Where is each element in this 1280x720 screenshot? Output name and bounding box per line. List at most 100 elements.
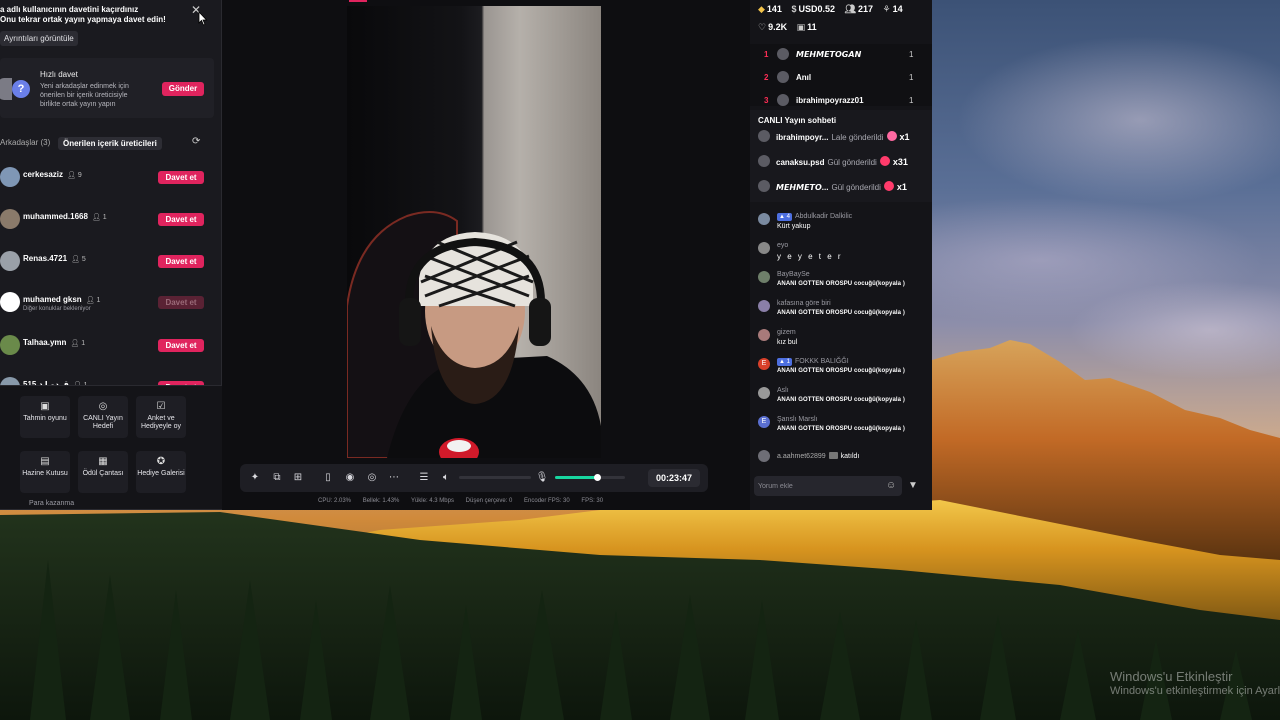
friend-count-value: 1 [102,213,107,221]
leaderboard-score: 1 [909,96,914,105]
person-icon: 👤︎ [91,213,101,221]
volume-slider[interactable] [459,476,531,479]
friend-row: muhammed.1668 👤︎ 1 Davet et [0,208,214,234]
avatar [758,329,770,341]
view-details-button[interactable]: Ayrıntıları görüntüle [0,31,78,46]
gift-line: 𝙈𝙀𝙃𝙈𝙀𝙏𝙊... Gül gönderildi x1 [776,181,907,192]
leaderboard-row[interactable]: 3 ibrahimpoyrazz01 1 [750,92,932,106]
quick-invite-title: Hızlı davet [40,70,78,79]
chat-username-text: Şanslı Marslı [777,416,818,423]
friend-row: muhamed gksn 👤︎ 1 Diğer konuklar bekleniyo… [0,291,214,317]
swap-camera-icon[interactable]: ⧉ [270,471,284,485]
friend-row: cerkesaziz 👤︎ 9 Davet et [0,166,214,192]
comment-input[interactable] [758,478,878,494]
friend-name: Renas.4721 👤︎ 5 [23,254,86,263]
mic-level-knob[interactable] [594,474,601,481]
friend-row: 515 ق ﺪﻣ ﺍ ﺩ👤︎ 1 Davet et [0,376,214,386]
magic-wand-icon[interactable]: ✦ [248,471,262,485]
tool-treasure[interactable]: ▤ Hazine Kutusu [20,451,70,493]
portrait-mode-icon[interactable]: ▯ [321,471,335,485]
person-icon: 👤︎ [71,255,80,263]
badge-icon [828,452,838,459]
filter-icon[interactable]: ▼ [908,480,918,491]
friend-row: Renas.4721 👤︎ 5 Davet et [0,250,214,276]
leaderboard-row[interactable]: 2 Anıl 1 [750,69,932,87]
tool-prize-bag[interactable]: ▦ Ödül Çantası [78,451,128,493]
cohost-panel: a adlı kullanıcının davetini kaçırdınız … [0,0,222,386]
tool-prediction[interactable]: ▣ Tahmin oyunu [20,396,70,438]
join-notice: a.aahmet62899 katıldı [758,450,928,464]
chat-message: BayBaySe ANANI GOTTEN OROSPU cocuğü(kopya… [758,269,928,297]
send-button[interactable]: Gönder [162,82,204,96]
friend-count-value: 5 [81,255,86,263]
invite-button[interactable]: Davet et [158,381,204,385]
kpi-viewers-value: 217 [857,4,873,14]
leaderboard-row[interactable]: 1 𝙈𝙀𝙃𝙈𝙀𝙏𝙊𝙂𝘼𝙉 1 [750,46,932,64]
settings-sliders-icon[interactable]: ☰ [417,471,431,485]
friend-name: Talhaa.ymn 👤︎ 1 [23,338,85,347]
mic-level-slider[interactable] [555,474,625,481]
chat-message: Aslı ANANI GOTTEN OROSPU cocuğü(kopyala ) [758,385,928,413]
gift-sender: ibrahimpoyr... [776,133,829,142]
gift-feed: CANLI Yayın sohbeti ibrahimpoyr... Lale g… [750,110,932,202]
add-source-icon[interactable]: ⊞ [291,471,305,485]
live-chat-panel: ◆ 141 $ USD0.52 👥︎ 217 ⚘ 14 ♡ 9.2K ▣ 11 1 𝙈𝙀𝙃𝙈𝙀… [750,0,932,510]
gift-quantity: x1 [896,182,907,192]
avatar [777,71,789,83]
chat-message: eyo y e y e t e r [758,240,928,268]
kpi-usd: $ USD0.52 [791,4,835,14]
friend-count: 👤︎ 1 [72,381,88,386]
tab-suggested-creators[interactable]: Önerilen içerik üreticileri [58,137,162,150]
gift-quantity: x31 [892,157,908,167]
gift-row: 𝙈𝙀𝙃𝙈𝙀𝙏𝙊... Gül gönderildi x1 [758,178,932,194]
kpi-shares: ▣ 11 [797,22,817,33]
friend-name-text: muhammed.1668 [23,212,88,221]
tool-gift-gallery[interactable]: ✪ Hediye Galerisi [136,451,186,493]
chat-username: ▲ 1 FOKKK BALIĞĞI [777,358,849,366]
join-text: katıldı [840,453,860,460]
gifter-icon: ⚘ [882,4,891,14]
tool-label: Tahmin oyunu [23,415,67,422]
person-icon: 👤︎ [85,296,95,304]
diamond-icon: ◆ [758,4,765,14]
invite-button[interactable]: Davet et [158,296,204,309]
emoji-icon[interactable]: ☺ [886,480,898,492]
tool-target[interactable]: ◎ CANLI Yayın Hedefi [78,396,128,438]
tool-poll[interactable]: ☑ Anket ve Hediyeyle oy [136,396,186,438]
avatar [758,387,770,399]
invite-button[interactable]: Davet et [158,255,204,268]
stream-control-bar: ✦ ⧉ ⊞ ▯ ◉ ◎ ⋯ ☰ 🔈︎ 🎙︎ 00:23:47 [240,464,708,492]
invite-button[interactable]: Davet et [158,213,204,226]
prediction-icon: ▣ [40,401,50,412]
tool-label: Ödül Çantası [82,470,124,477]
avatar [777,48,789,60]
friend-name-text: 515 ق ﺪﻣ ﺍ ﺩ [23,380,69,386]
invite-button[interactable]: Davet et [158,339,204,352]
record-icon[interactable]: ◉ [343,471,357,485]
invite-button[interactable]: Davet et [158,171,204,184]
leaderboard-name: 𝙈𝙀𝙃𝙈𝙀𝙏𝙊𝙂𝘼𝙉 [796,50,862,59]
stat-encoder-fps: Encoder FPS: 30 [524,498,570,504]
target-icon[interactable]: ◎ [365,471,379,485]
live-chat-title: CANLI Yayın sohbeti [758,116,837,125]
chat-text: ANANI GOTTEN OROSPU cocuğü(kopyala ) [777,368,905,374]
refresh-icon[interactable]: ⟳ [192,136,200,147]
kpi-viewers: 👥︎ 217 [845,4,873,15]
tab-friends[interactable]: Arkadaşlar (3) [0,138,50,147]
camera-preview-image [347,211,601,458]
flower-gift-icon [883,181,894,191]
avatar: E [758,416,770,428]
stat-dropped-frames: Düşen çerçeve: 0 [465,498,513,504]
quick-invite-card: ? Hızlı davet Yeni arkadaşlar edinmek iç… [0,58,214,118]
top-gifters-leaderboard: 1 𝙈𝙀𝙃𝙈𝙀𝙏𝙊𝙂𝘼𝙉 1 2 Anıl 1 3 ibrahimpoyrazz01 1 [750,44,932,106]
microphone-icon[interactable]: 🎙︎ [535,471,549,485]
level-badge: ▲ 1 [777,358,792,366]
chat-username-text: BayBaySe [777,271,810,278]
person-icon: 👤︎ [72,381,82,386]
speaker-icon[interactable]: 🔈︎ [439,471,453,485]
more-options-icon[interactable]: ⋯ [387,471,401,485]
share-box-icon: ▣ [796,22,806,32]
friend-count: 👤︎ 5 [71,255,86,263]
gift-text: Gül gönderildi [827,158,877,167]
avatar [0,251,20,271]
